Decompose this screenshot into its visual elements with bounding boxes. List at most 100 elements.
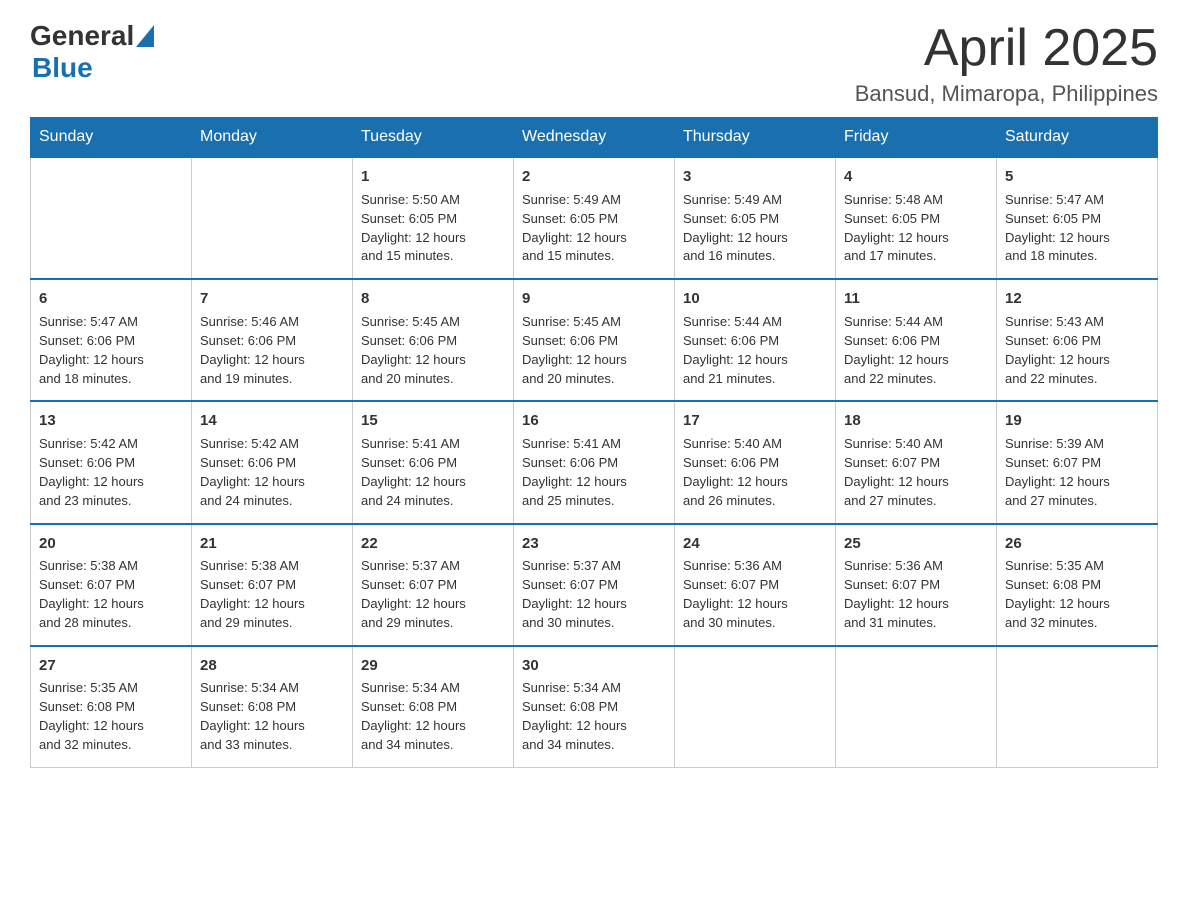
title-section: April 2025 Bansud, Mimaropa, Philippines xyxy=(855,20,1158,107)
day-info: and 29 minutes. xyxy=(361,614,505,633)
day-number: 10 xyxy=(683,288,827,310)
day-number: 27 xyxy=(39,655,183,677)
calendar-cell xyxy=(675,646,836,768)
day-number: 22 xyxy=(361,533,505,555)
day-number: 16 xyxy=(522,410,666,432)
day-info: Sunrise: 5:34 AM xyxy=(200,679,344,698)
day-info: and 15 minutes. xyxy=(522,247,666,266)
weekday-header-wednesday: Wednesday xyxy=(514,118,675,158)
week-row-1: 1Sunrise: 5:50 AMSunset: 6:05 PMDaylight… xyxy=(31,157,1158,279)
day-info: Daylight: 12 hours xyxy=(200,351,344,370)
calendar-cell: 2Sunrise: 5:49 AMSunset: 6:05 PMDaylight… xyxy=(514,157,675,279)
day-info: and 17 minutes. xyxy=(844,247,988,266)
day-info: Sunrise: 5:38 AM xyxy=(200,557,344,576)
day-info: Daylight: 12 hours xyxy=(1005,229,1149,248)
calendar-cell: 12Sunrise: 5:43 AMSunset: 6:06 PMDayligh… xyxy=(997,279,1158,401)
day-info: Sunset: 6:06 PM xyxy=(361,454,505,473)
day-info: Sunrise: 5:36 AM xyxy=(844,557,988,576)
day-info: Daylight: 12 hours xyxy=(361,229,505,248)
day-info: Daylight: 12 hours xyxy=(522,229,666,248)
day-number: 17 xyxy=(683,410,827,432)
day-info: Sunset: 6:07 PM xyxy=(200,576,344,595)
calendar-cell: 4Sunrise: 5:48 AMSunset: 6:05 PMDaylight… xyxy=(836,157,997,279)
day-info: Sunset: 6:06 PM xyxy=(522,332,666,351)
day-number: 7 xyxy=(200,288,344,310)
day-info: Sunrise: 5:44 AM xyxy=(683,313,827,332)
day-info: Daylight: 12 hours xyxy=(683,595,827,614)
day-info: and 29 minutes. xyxy=(200,614,344,633)
day-info: and 28 minutes. xyxy=(39,614,183,633)
weekday-header-sunday: Sunday xyxy=(31,118,192,158)
day-info: Daylight: 12 hours xyxy=(683,229,827,248)
calendar-cell: 22Sunrise: 5:37 AMSunset: 6:07 PMDayligh… xyxy=(353,524,514,646)
day-number: 24 xyxy=(683,533,827,555)
day-info: and 24 minutes. xyxy=(361,492,505,511)
day-info: Sunset: 6:05 PM xyxy=(683,210,827,229)
day-info: and 34 minutes. xyxy=(361,736,505,755)
day-info: Sunrise: 5:35 AM xyxy=(1005,557,1149,576)
calendar-cell: 29Sunrise: 5:34 AMSunset: 6:08 PMDayligh… xyxy=(353,646,514,768)
day-info: Sunset: 6:07 PM xyxy=(39,576,183,595)
day-info: Daylight: 12 hours xyxy=(1005,595,1149,614)
day-number: 2 xyxy=(522,166,666,188)
calendar-cell: 20Sunrise: 5:38 AMSunset: 6:07 PMDayligh… xyxy=(31,524,192,646)
day-info: Sunset: 6:07 PM xyxy=(1005,454,1149,473)
day-info: Daylight: 12 hours xyxy=(39,717,183,736)
location-title: Bansud, Mimaropa, Philippines xyxy=(855,81,1158,107)
day-info: Daylight: 12 hours xyxy=(844,229,988,248)
day-info: Sunrise: 5:41 AM xyxy=(522,435,666,454)
day-info: and 34 minutes. xyxy=(522,736,666,755)
day-info: Daylight: 12 hours xyxy=(200,473,344,492)
day-info: Sunset: 6:05 PM xyxy=(844,210,988,229)
logo-triangle-icon xyxy=(136,25,154,47)
day-info: Sunrise: 5:37 AM xyxy=(361,557,505,576)
day-number: 30 xyxy=(522,655,666,677)
day-info: Sunrise: 5:36 AM xyxy=(683,557,827,576)
day-info: Sunrise: 5:44 AM xyxy=(844,313,988,332)
day-number: 4 xyxy=(844,166,988,188)
logo: General Blue xyxy=(30,20,154,84)
day-number: 23 xyxy=(522,533,666,555)
day-info: and 24 minutes. xyxy=(200,492,344,511)
day-info: and 23 minutes. xyxy=(39,492,183,511)
day-number: 26 xyxy=(1005,533,1149,555)
calendar-cell: 28Sunrise: 5:34 AMSunset: 6:08 PMDayligh… xyxy=(192,646,353,768)
day-number: 28 xyxy=(200,655,344,677)
day-info: Sunrise: 5:42 AM xyxy=(39,435,183,454)
day-info: and 27 minutes. xyxy=(844,492,988,511)
day-number: 5 xyxy=(1005,166,1149,188)
day-info: and 26 minutes. xyxy=(683,492,827,511)
day-number: 20 xyxy=(39,533,183,555)
day-info: Sunrise: 5:35 AM xyxy=(39,679,183,698)
day-info: Daylight: 12 hours xyxy=(522,473,666,492)
day-info: Sunrise: 5:50 AM xyxy=(361,191,505,210)
calendar-cell: 24Sunrise: 5:36 AMSunset: 6:07 PMDayligh… xyxy=(675,524,836,646)
week-row-3: 13Sunrise: 5:42 AMSunset: 6:06 PMDayligh… xyxy=(31,401,1158,523)
day-info: Sunrise: 5:47 AM xyxy=(1005,191,1149,210)
day-info: Sunset: 6:08 PM xyxy=(522,698,666,717)
day-info: Sunrise: 5:34 AM xyxy=(361,679,505,698)
day-info: Sunrise: 5:45 AM xyxy=(361,313,505,332)
day-info: Sunrise: 5:39 AM xyxy=(1005,435,1149,454)
weekday-header-thursday: Thursday xyxy=(675,118,836,158)
day-info: and 33 minutes. xyxy=(200,736,344,755)
day-info: and 22 minutes. xyxy=(844,370,988,389)
day-info: Daylight: 12 hours xyxy=(522,351,666,370)
calendar-cell: 15Sunrise: 5:41 AMSunset: 6:06 PMDayligh… xyxy=(353,401,514,523)
day-number: 12 xyxy=(1005,288,1149,310)
day-info: Daylight: 12 hours xyxy=(200,717,344,736)
day-info: and 16 minutes. xyxy=(683,247,827,266)
day-info: Daylight: 12 hours xyxy=(39,351,183,370)
day-info: and 25 minutes. xyxy=(522,492,666,511)
day-info: and 32 minutes. xyxy=(1005,614,1149,633)
day-info: Daylight: 12 hours xyxy=(522,717,666,736)
day-info: Sunset: 6:06 PM xyxy=(1005,332,1149,351)
day-number: 1 xyxy=(361,166,505,188)
day-info: Sunset: 6:06 PM xyxy=(39,454,183,473)
calendar-cell: 9Sunrise: 5:45 AMSunset: 6:06 PMDaylight… xyxy=(514,279,675,401)
day-info: Daylight: 12 hours xyxy=(522,595,666,614)
day-info: Sunset: 6:06 PM xyxy=(522,454,666,473)
day-number: 6 xyxy=(39,288,183,310)
day-number: 13 xyxy=(39,410,183,432)
calendar-cell: 21Sunrise: 5:38 AMSunset: 6:07 PMDayligh… xyxy=(192,524,353,646)
